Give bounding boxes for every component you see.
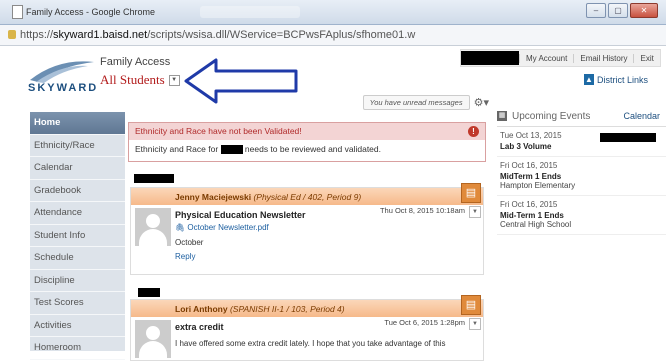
sidebar-item-gradebook[interactable]: Gradebook: [30, 180, 125, 202]
exclamation-icon: !: [468, 126, 479, 137]
alert-header: Ethnicity and Race have not been Validat…: [129, 123, 485, 140]
student-selector[interactable]: All Students ▼: [100, 72, 180, 88]
message-subject: extra credit: [175, 322, 224, 332]
my-account-link[interactable]: My Account: [519, 53, 573, 63]
address-bar[interactable]: https://skyward1.baisd.net/scripts/wsisa…: [0, 25, 666, 46]
event-title[interactable]: Mid-Term 1 Ends: [500, 211, 662, 220]
upcoming-events-panel: ▦ Upcoming Events Calendar Tue Oct 13, 2…: [497, 106, 666, 351]
calendar-icon: ▦: [497, 111, 507, 121]
message-author[interactable]: Jenny Maciejewski (Physical Ed / 402, Pe…: [175, 192, 361, 202]
message-header: Lori Anthony (SPANISH II-1 / 103, Period…: [131, 295, 483, 317]
sidebar-item-attendance[interactable]: Attendance: [30, 202, 125, 225]
sidebar-item-ethnicity-race[interactable]: Ethnicity/Race: [30, 135, 125, 157]
event-title[interactable]: Lab 3 Volume: [500, 142, 662, 151]
page-icon: [12, 5, 23, 19]
message-date: Tue Oct 6, 2015 1:28pm: [384, 318, 465, 327]
upcoming-events-header: ▦ Upcoming Events Calendar: [497, 106, 666, 127]
reply-link[interactable]: Reply: [175, 252, 195, 261]
unread-messages-button[interactable]: You have unread messages: [362, 95, 470, 110]
message-body: I have offered some extra credit lately.…: [175, 339, 446, 348]
message-date: Thu Oct 8, 2015 10:18am: [379, 206, 465, 215]
event-date: Fri Oct 16, 2015: [500, 161, 558, 170]
sidebar-item-homeroom[interactable]: Homeroom: [30, 337, 125, 360]
event-date: Fri Oct 16, 2015: [500, 200, 558, 209]
unread-messages-bar: You have unread messages ⚙▾: [362, 95, 489, 110]
browser-title-bar: Family Access - Google Chrome – ▢ ✕: [0, 0, 666, 25]
message-header: Jenny Maciejewski (Physical Ed / 402, Pe…: [131, 183, 483, 205]
logo-text: SKYWARD: [28, 82, 99, 94]
redacted-name: [461, 51, 519, 65]
minimize-button[interactable]: –: [586, 3, 606, 18]
paperclip-icon: 🖇: [175, 223, 186, 232]
sidebar-item-activities[interactable]: Activities: [30, 315, 125, 337]
event-title[interactable]: MidTerm 1 Ends: [500, 172, 662, 181]
district-links[interactable]: ▲ District Links: [584, 74, 648, 85]
book-icon[interactable]: ▤: [461, 295, 481, 315]
district-links-label[interactable]: District Links: [597, 75, 648, 85]
calendar-link[interactable]: Calendar: [623, 111, 660, 121]
validation-alert: Ethnicity and Race have not been Validat…: [128, 122, 486, 162]
gear-icon[interactable]: ⚙▾: [474, 96, 489, 109]
sidebar: Home Ethnicity/Race Calendar Gradebook A…: [30, 112, 125, 360]
event-item[interactable]: Tue Oct 13, 2015 Lab 3 Volume: [497, 127, 666, 157]
alert-body-post: needs to be reviewed and validated.: [244, 144, 382, 154]
sidebar-item-calendar[interactable]: Calendar: [30, 157, 125, 180]
lock-icon: [8, 30, 16, 39]
avatar: [135, 208, 171, 246]
book-icon[interactable]: ▤: [461, 183, 481, 203]
top-nav: My Account Email History Exit: [460, 49, 661, 67]
window-title: Family Access - Google Chrome: [26, 7, 156, 17]
avatar: [135, 320, 171, 358]
maximize-button[interactable]: ▢: [608, 3, 628, 18]
message-subject: Physical Education Newsletter: [175, 210, 306, 220]
student-selector-label[interactable]: All Students: [100, 72, 165, 88]
redacted-student-label: [138, 288, 160, 297]
chevron-down-icon[interactable]: ▼: [469, 318, 481, 330]
redacted-student-name: [600, 133, 656, 142]
alert-title: Ethnicity and Race have not been Validat…: [135, 126, 302, 136]
event-location: Hampton Elementary: [500, 181, 576, 190]
sidebar-item-home[interactable]: Home: [30, 112, 125, 135]
logo-swoosh-icon: [30, 61, 94, 83]
event-item[interactable]: Fri Oct 16, 2015 MidTerm 1 Ends Hampton …: [497, 157, 666, 196]
email-history-link[interactable]: Email History: [573, 53, 633, 63]
url-text[interactable]: https://skyward1.baisd.net/scripts/wsisa…: [20, 29, 415, 41]
message-author[interactable]: Lori Anthony (SPANISH II-1 / 103, Period…: [175, 304, 345, 314]
blurred-tab: [200, 6, 300, 18]
message-card: Lori Anthony (SPANISH II-1 / 103, Period…: [130, 295, 484, 361]
exit-link[interactable]: Exit: [633, 53, 659, 63]
chevron-down-icon[interactable]: ▼: [168, 74, 180, 86]
sidebar-item-discipline[interactable]: Discipline: [30, 270, 125, 292]
sidebar-item-schedule[interactable]: Schedule: [30, 247, 125, 270]
window-controls: – ▢ ✕: [586, 3, 658, 18]
sidebar-item-test-scores[interactable]: Test Scores: [30, 292, 125, 315]
upcoming-events-title: Upcoming Events: [512, 110, 591, 122]
event-item[interactable]: Fri Oct 16, 2015 Mid-Term 1 Ends Central…: [497, 196, 666, 235]
alert-body-pre: Ethnicity and Race for: [135, 144, 219, 154]
event-location: Central High School: [500, 220, 572, 229]
main-content: You have unread messages ⚙▾ Ethnicity an…: [128, 95, 493, 361]
close-button[interactable]: ✕: [630, 3, 658, 18]
message-body: October: [175, 238, 204, 247]
sidebar-item-student-info[interactable]: Student Info: [30, 225, 125, 247]
building-icon: ▲: [584, 74, 594, 85]
skyward-logo: SKYWARD: [28, 56, 98, 96]
redacted-student-label: [134, 174, 174, 183]
alert-body: Ethnicity and Race for needs to be revie…: [129, 140, 485, 158]
app-title: Family Access: [100, 56, 171, 68]
chevron-down-icon[interactable]: ▼: [469, 206, 481, 218]
message-card: Jenny Maciejewski (Physical Ed / 402, Pe…: [130, 183, 484, 275]
redacted-student-name: [220, 145, 243, 155]
attachment-link[interactable]: 🖇 October Newsletter.pdf: [175, 223, 269, 232]
